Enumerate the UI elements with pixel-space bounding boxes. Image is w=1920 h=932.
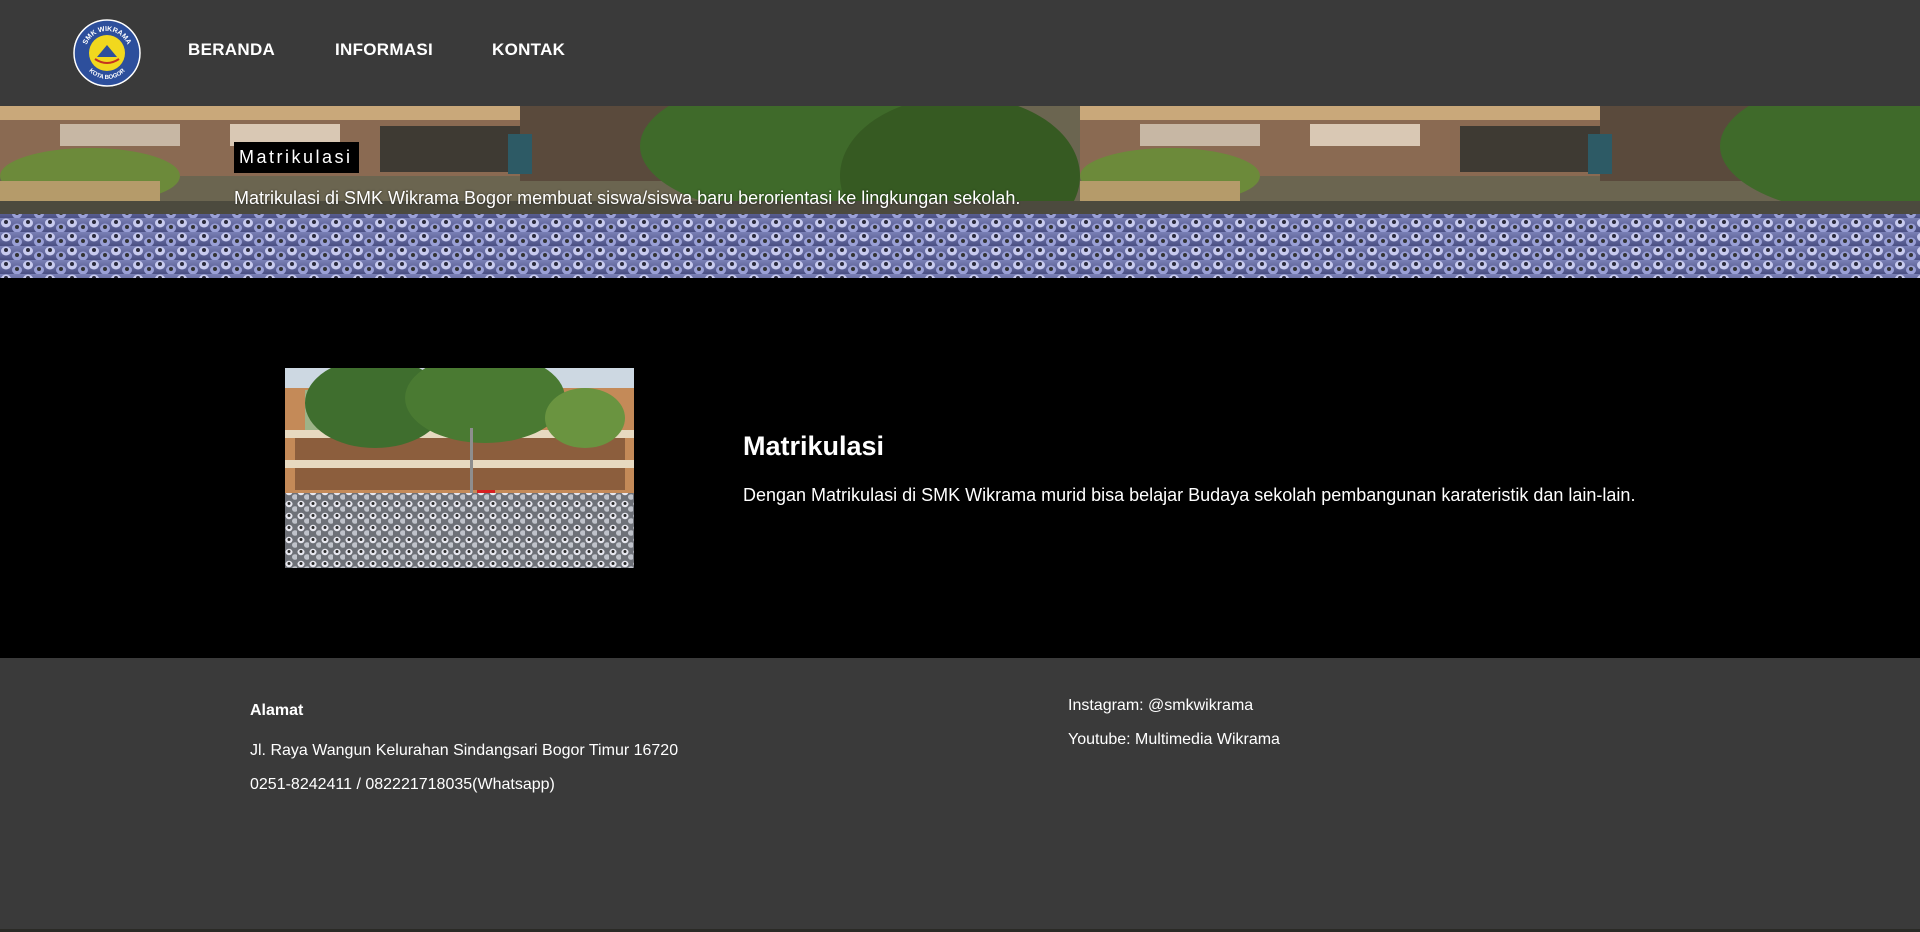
section-description: Dengan Matrikulasi di SMK Wikrama murid … — [743, 485, 1636, 505]
address-text: Jl. Raya Wangun Kelurahan Sindangsari Bo… — [250, 742, 679, 759]
footer: Alamat Jl. Raya Wangun Kelurahan Sindang… — [0, 658, 1920, 932]
phone-text: 0251-8242411 / 082221718035(Whatsapp) — [250, 776, 555, 793]
nav-link-informasi[interactable]: INFORMASI — [335, 40, 433, 60]
section-title: Matrikulasi — [743, 431, 885, 461]
address-heading: Alamat — [250, 702, 304, 719]
hero-banner: Matrikulasi Matrikulasi di SMK Wikrama B… — [0, 106, 1920, 278]
matrikulasi-photo — [285, 368, 634, 568]
nav-link-kontak[interactable]: KONTAK — [492, 40, 565, 60]
nav-link-beranda[interactable]: BERANDA — [188, 40, 275, 60]
youtube-link[interactable]: Youtube: Multimedia Wikrama — [1068, 731, 1280, 749]
navbar: SMK WIKRAMA KOTA BOGOR BERANDA INFORMASI… — [0, 0, 1920, 106]
instagram-link[interactable]: Instagram: @smkwikrama — [1068, 697, 1253, 715]
school-logo[interactable]: SMK WIKRAMA KOTA BOGOR — [73, 19, 141, 87]
hero-badge: Matrikulasi — [234, 142, 359, 173]
main-section: Matrikulasi Dengan Matrikulasi di SMK Wi… — [0, 278, 1920, 658]
hero-description: Matrikulasi di SMK Wikrama Bogor membuat… — [234, 188, 1021, 208]
